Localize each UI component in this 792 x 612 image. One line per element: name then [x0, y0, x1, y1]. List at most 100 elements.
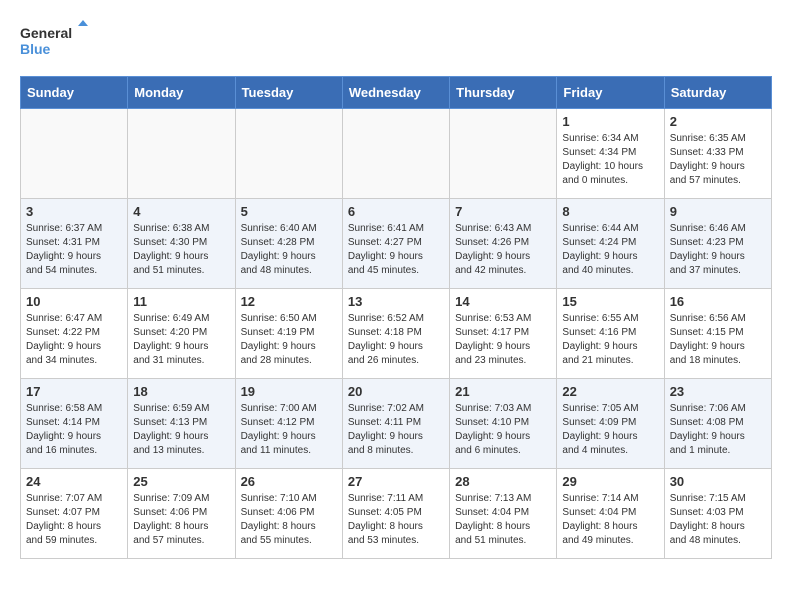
weekday-header-monday: Monday — [128, 77, 235, 109]
day-info: Sunrise: 6:34 AM Sunset: 4:34 PM Dayligh… — [562, 132, 658, 188]
calendar-week-3: 10Sunrise: 6:47 AM Sunset: 4:22 PM Dayli… — [21, 289, 772, 379]
calendar-cell: 18 Sunrise: 6:59 AM Sunset: 4:13 PM Dayli… — [128, 379, 235, 469]
day-number: 2 — [670, 114, 766, 129]
day-number: 9 — [670, 204, 766, 219]
day-number: 15 — [562, 294, 658, 309]
calendar-cell: 8 Sunrise: 6:44 AM Sunset: 4:24 PM Daylig… — [557, 199, 664, 289]
calendar-cell: 20 Sunrise: 7:02 AM Sunset: 4:11 PM Dayli… — [342, 379, 449, 469]
day-number: 22 — [562, 384, 658, 399]
calendar-cell: 22Sunrise: 7:05 AM Sunset: 4:09 PM Dayli… — [557, 379, 664, 469]
calendar-cell — [342, 109, 449, 199]
day-number: 7 — [455, 204, 551, 219]
weekday-header-row: SundayMondayTuesdayWednesdayThursdayFrid… — [21, 77, 772, 109]
day-number: 19 — [241, 384, 337, 399]
day-info: Sunrise: 6:44 AM Sunset: 4:24 PM Dayligh… — [562, 222, 658, 278]
day-number: 13 — [348, 294, 444, 309]
calendar-table: SundayMondayTuesdayWednesdayThursdayFrid… — [20, 76, 772, 559]
day-number: 16 — [670, 294, 766, 309]
calendar-body: 1 Sunrise: 6:34 AM Sunset: 4:34 PM Daylig… — [21, 109, 772, 559]
day-info: Sunrise: 6:47 AM Sunset: 4:22 PM Dayligh… — [26, 312, 122, 368]
calendar-cell: 24Sunrise: 7:07 AM Sunset: 4:07 PM Dayli… — [21, 469, 128, 559]
day-number: 14 — [455, 294, 551, 309]
day-info: Sunrise: 6:43 AM Sunset: 4:26 PM Dayligh… — [455, 222, 551, 278]
calendar-cell: 15 Sunrise: 6:55 AM Sunset: 4:16 PM Dayli… — [557, 289, 664, 379]
calendar-cell: 27Sunrise: 7:11 AM Sunset: 4:05 PM Dayli… — [342, 469, 449, 559]
day-info: Sunrise: 7:07 AM Sunset: 4:07 PM Dayligh… — [26, 492, 122, 548]
calendar-cell: 9Sunrise: 6:46 AM Sunset: 4:23 PM Daylig… — [664, 199, 771, 289]
day-info: Sunrise: 6:35 AM Sunset: 4:33 PM Dayligh… — [670, 132, 766, 188]
day-number: 12 — [241, 294, 337, 309]
calendar-cell: 7 Sunrise: 6:43 AM Sunset: 4:26 PM Daylig… — [450, 199, 557, 289]
calendar-cell: 12 Sunrise: 6:50 AM Sunset: 4:19 PM Dayli… — [235, 289, 342, 379]
day-number: 21 — [455, 384, 551, 399]
weekday-header-wednesday: Wednesday — [342, 77, 449, 109]
day-info: Sunrise: 6:55 AM Sunset: 4:16 PM Dayligh… — [562, 312, 658, 368]
page-header: GeneralBlue — [20, 20, 772, 60]
day-number: 17 — [26, 384, 122, 399]
day-info: Sunrise: 6:37 AM Sunset: 4:31 PM Dayligh… — [26, 222, 122, 278]
day-number: 3 — [26, 204, 122, 219]
calendar-cell: 13 Sunrise: 6:52 AM Sunset: 4:18 PM Dayli… — [342, 289, 449, 379]
calendar-cell: 6 Sunrise: 6:41 AM Sunset: 4:27 PM Daylig… — [342, 199, 449, 289]
calendar-cell — [21, 109, 128, 199]
day-number: 20 — [348, 384, 444, 399]
day-info: Sunrise: 6:56 AM Sunset: 4:15 PM Dayligh… — [670, 312, 766, 368]
calendar-cell: 17Sunrise: 6:58 AM Sunset: 4:14 PM Dayli… — [21, 379, 128, 469]
day-number: 18 — [133, 384, 229, 399]
day-info: Sunrise: 6:52 AM Sunset: 4:18 PM Dayligh… — [348, 312, 444, 368]
day-number: 8 — [562, 204, 658, 219]
day-info: Sunrise: 7:14 AM Sunset: 4:04 PM Dayligh… — [562, 492, 658, 548]
day-info: Sunrise: 6:41 AM Sunset: 4:27 PM Dayligh… — [348, 222, 444, 278]
calendar-cell: 21 Sunrise: 7:03 AM Sunset: 4:10 PM Dayli… — [450, 379, 557, 469]
day-info: Sunrise: 7:15 AM Sunset: 4:03 PM Dayligh… — [670, 492, 766, 548]
calendar-week-2: 3 Sunrise: 6:37 AM Sunset: 4:31 PM Daylig… — [21, 199, 772, 289]
day-info: Sunrise: 7:09 AM Sunset: 4:06 PM Dayligh… — [133, 492, 229, 548]
calendar-cell: 19 Sunrise: 7:00 AM Sunset: 4:12 PM Dayli… — [235, 379, 342, 469]
calendar-cell — [128, 109, 235, 199]
day-number: 28 — [455, 474, 551, 489]
day-number: 1 — [562, 114, 658, 129]
day-number: 29 — [562, 474, 658, 489]
calendar-week-5: 24Sunrise: 7:07 AM Sunset: 4:07 PM Dayli… — [21, 469, 772, 559]
weekday-header-sunday: Sunday — [21, 77, 128, 109]
logo-svg: GeneralBlue — [20, 20, 90, 60]
day-info: Sunrise: 6:59 AM Sunset: 4:13 PM Dayligh… — [133, 402, 229, 458]
logo: GeneralBlue — [20, 20, 90, 60]
day-info: Sunrise: 7:10 AM Sunset: 4:06 PM Dayligh… — [241, 492, 337, 548]
calendar-cell: 2 Sunrise: 6:35 AM Sunset: 4:33 PM Daylig… — [664, 109, 771, 199]
day-number: 6 — [348, 204, 444, 219]
day-info: Sunrise: 7:13 AM Sunset: 4:04 PM Dayligh… — [455, 492, 551, 548]
weekday-header-tuesday: Tuesday — [235, 77, 342, 109]
day-info: Sunrise: 6:49 AM Sunset: 4:20 PM Dayligh… — [133, 312, 229, 368]
calendar-cell: 30Sunrise: 7:15 AM Sunset: 4:03 PM Dayli… — [664, 469, 771, 559]
calendar-cell: 1 Sunrise: 6:34 AM Sunset: 4:34 PM Daylig… — [557, 109, 664, 199]
calendar-cell: 10Sunrise: 6:47 AM Sunset: 4:22 PM Dayli… — [21, 289, 128, 379]
day-info: Sunrise: 6:38 AM Sunset: 4:30 PM Dayligh… — [133, 222, 229, 278]
day-info: Sunrise: 7:02 AM Sunset: 4:11 PM Dayligh… — [348, 402, 444, 458]
svg-text:General: General — [20, 25, 72, 41]
day-info: Sunrise: 7:03 AM Sunset: 4:10 PM Dayligh… — [455, 402, 551, 458]
calendar-header: SundayMondayTuesdayWednesdayThursdayFrid… — [21, 77, 772, 109]
day-info: Sunrise: 7:06 AM Sunset: 4:08 PM Dayligh… — [670, 402, 766, 458]
day-info: Sunrise: 7:00 AM Sunset: 4:12 PM Dayligh… — [241, 402, 337, 458]
weekday-header-saturday: Saturday — [664, 77, 771, 109]
calendar-week-4: 17Sunrise: 6:58 AM Sunset: 4:14 PM Dayli… — [21, 379, 772, 469]
calendar-cell: 16 Sunrise: 6:56 AM Sunset: 4:15 PM Dayli… — [664, 289, 771, 379]
day-number: 23 — [670, 384, 766, 399]
calendar-cell: 25Sunrise: 7:09 AM Sunset: 4:06 PM Dayli… — [128, 469, 235, 559]
day-number: 27 — [348, 474, 444, 489]
calendar-week-1: 1 Sunrise: 6:34 AM Sunset: 4:34 PM Daylig… — [21, 109, 772, 199]
calendar-cell: 4 Sunrise: 6:38 AM Sunset: 4:30 PM Daylig… — [128, 199, 235, 289]
day-info: Sunrise: 6:53 AM Sunset: 4:17 PM Dayligh… — [455, 312, 551, 368]
weekday-header-friday: Friday — [557, 77, 664, 109]
day-number: 5 — [241, 204, 337, 219]
calendar-cell: 3 Sunrise: 6:37 AM Sunset: 4:31 PM Daylig… — [21, 199, 128, 289]
day-number: 26 — [241, 474, 337, 489]
calendar-cell: 23 Sunrise: 7:06 AM Sunset: 4:08 PM Dayli… — [664, 379, 771, 469]
day-number: 4 — [133, 204, 229, 219]
weekday-header-thursday: Thursday — [450, 77, 557, 109]
svg-text:Blue: Blue — [20, 41, 51, 57]
calendar-cell — [450, 109, 557, 199]
day-number: 11 — [133, 294, 229, 309]
day-info: Sunrise: 6:50 AM Sunset: 4:19 PM Dayligh… — [241, 312, 337, 368]
